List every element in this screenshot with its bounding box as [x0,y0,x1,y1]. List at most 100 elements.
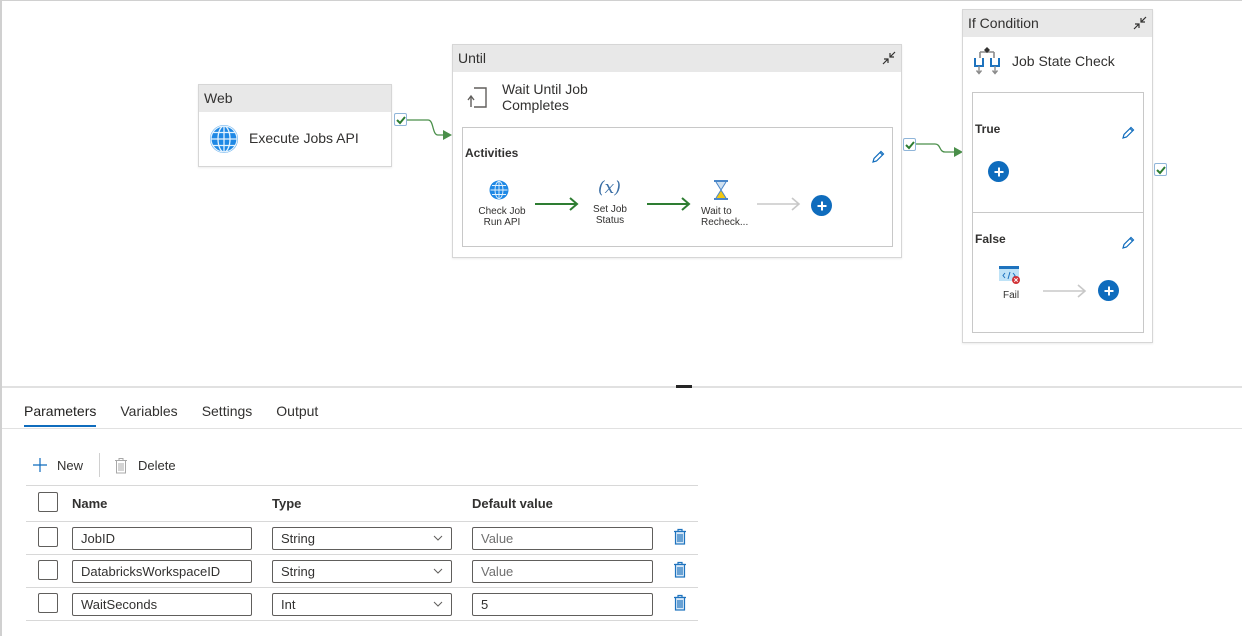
activity-name-line2: Completes [502,97,569,113]
parameter-name-input[interactable]: JobID [72,527,252,550]
activity-name: Job State Check [1012,53,1115,69]
selected-type: String [281,564,315,579]
tab-settings[interactable]: Settings [202,397,253,427]
true-branch-label: True [975,122,1001,136]
activity-type-label: If Condition [963,10,1152,37]
pending-arrow [1043,284,1087,298]
default-value-input[interactable]: 5 [472,593,653,616]
default-value-input[interactable]: Value [472,527,653,550]
row-divider [26,620,698,621]
label-line1: Check Job [478,206,526,217]
column-header-type: Type [272,496,302,511]
row-checkbox[interactable] [38,560,58,580]
label-line1: Wait to [701,206,732,217]
activity-name: Execute Jobs API [249,130,359,146]
hourglass-icon [713,180,729,205]
grid-top-line [26,485,698,486]
label-line2: Run API [483,217,521,228]
false-branch[interactable]: False Fail [972,212,1144,333]
parameter-type-select[interactable]: String [272,560,452,583]
parameters-toolbar: New Delete [32,452,176,478]
delete-row-trash-icon[interactable] [673,528,687,545]
inner-activity-set-job-status[interactable]: (x) Set Job Status [587,178,633,228]
parameter-name-input[interactable]: WaitSeconds [72,593,252,616]
collapse-icon[interactable] [1132,15,1148,31]
splitter-grip-handle[interactable] [676,385,692,388]
fail-activity-icon [999,265,1021,290]
selected-type: Int [281,597,296,612]
row-checkbox[interactable] [38,593,58,613]
web-activity[interactable]: Web Execute Jobs API [198,84,392,167]
fail-activity[interactable]: Fail [995,265,1025,305]
new-parameter-button[interactable]: New [32,457,83,473]
until-loop-icon [466,85,488,114]
default-value-input[interactable]: Value [472,560,653,583]
activity-name: Wait Until Job Completes [502,81,588,113]
success-arrow [647,197,691,211]
activity-name-line1: Wait Until Job [502,81,588,97]
chevron-down-icon [433,601,443,607]
activities-container[interactable]: Activities Check Job Run API (x) Set Job… [462,127,893,247]
add-activity-button[interactable] [1098,280,1119,301]
fail-activity-label: Fail [1003,290,1020,301]
toolbar-separator [99,453,101,477]
add-activity-button[interactable] [811,195,832,216]
label-line2: Status [595,215,625,226]
success-output-checkbox[interactable] [1154,163,1167,176]
pending-arrow [757,197,801,211]
add-activity-button[interactable] [988,161,1009,182]
label-line1: Set Job [593,204,627,215]
delete-row-trash-icon[interactable] [673,594,687,611]
tabs-divider [2,428,1242,429]
delete-row-trash-icon[interactable] [673,561,687,578]
new-label: New [57,457,84,473]
row-divider [26,554,698,555]
select-all-checkbox[interactable] [38,492,58,512]
selected-type: String [281,531,315,546]
plus-icon [33,458,47,472]
trash-icon [115,457,128,473]
pipeline-editor: Web Execute Jobs API Until Wait Until Jo… [0,0,1242,636]
parameter-type-select[interactable]: String [272,527,452,550]
if-condition-activity[interactable]: If Condition Job State Check True False … [962,9,1153,343]
edit-pencil-icon[interactable] [1121,126,1135,140]
if-condition-icon [972,46,1002,81]
false-branch-label: False [975,232,1006,246]
activity-type-label: Until [453,45,901,72]
delete-label: Delete [138,457,176,473]
label-line2: Recheck... [701,217,749,228]
column-header-name: Name [72,496,108,511]
variable-icon: (x) [598,178,621,198]
success-connector [916,143,963,157]
pipeline-canvas[interactable]: Web Execute Jobs API Until Wait Until Jo… [2,1,1242,386]
tab-output[interactable]: Output [276,397,318,427]
edit-pencil-icon[interactable] [1121,236,1135,250]
true-branch[interactable]: True [972,92,1144,213]
inner-activity-check-job[interactable]: Check Job Run API [477,180,527,230]
inner-activity-label: Set Job Status [587,204,633,226]
edit-pencil-icon[interactable] [871,150,885,164]
parameter-type-select[interactable]: Int [272,593,452,616]
success-arrow [535,197,579,211]
inner-activity-label: Check Job Run API [477,206,527,228]
globe-icon [209,124,239,159]
inner-activity-wait[interactable]: Wait to Recheck... [699,180,749,230]
row-checkbox[interactable] [38,527,58,547]
until-activity[interactable]: Until Wait Until Job Completes Activitie… [452,44,902,258]
globe-icon [489,180,509,205]
collapse-icon[interactable] [881,50,897,66]
delete-parameter-button[interactable]: Delete [114,457,176,474]
chevron-down-icon [433,568,443,574]
column-header-default: Default value [472,496,553,511]
grid-header-line [26,521,698,522]
parameter-name-input[interactable]: DatabricksWorkspaceID [72,560,252,583]
properties-tabs: Parameters Variables Settings Output [24,397,342,427]
panel-splitter[interactable] [2,386,1242,388]
row-divider [26,587,698,588]
tab-parameters[interactable]: Parameters [24,397,97,427]
success-connector [407,119,452,140]
inner-activity-label: Wait to Recheck... [701,206,749,228]
chevron-down-icon [433,535,443,541]
activities-label: Activities [465,146,519,160]
tab-variables[interactable]: Variables [120,397,177,427]
